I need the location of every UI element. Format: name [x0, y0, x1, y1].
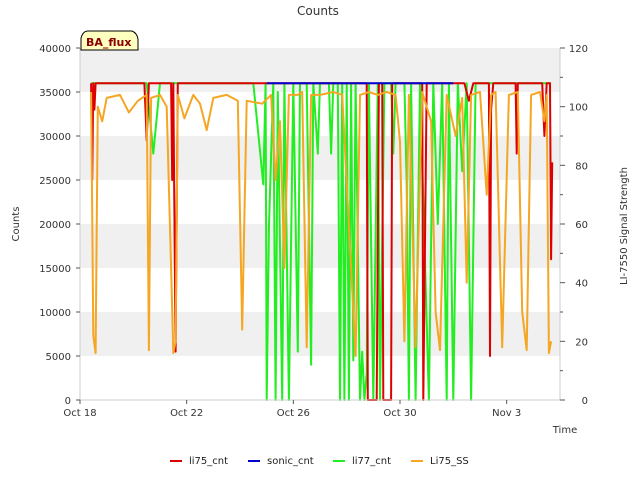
badge-label: BA_flux	[86, 36, 131, 49]
y-tick-label: 0	[65, 396, 71, 407]
x-tick-label: Nov 3	[492, 408, 521, 419]
x-tick-label: Oct 30	[383, 408, 416, 419]
grid-band	[80, 224, 560, 268]
legend: li75_cnt sonic_cnt li77_cnt Li75_SS	[170, 456, 469, 467]
x-tick-label: Oct 26	[277, 408, 310, 419]
y2-axis-title: LI-7550 Signal Strength	[619, 167, 630, 285]
y2-tick-label: 100	[569, 103, 588, 114]
chart-figure: 0 5000 10000 15000 20000 25000 30000 35000 40000…	[11, 4, 630, 467]
y2-tick-label: 120	[569, 44, 588, 55]
y2-tick-label: 40	[575, 279, 588, 290]
y-tick-label: 30000	[39, 132, 71, 143]
y2-tick-label: 20	[575, 337, 588, 348]
y-axis-title: Counts	[11, 207, 22, 242]
y2-tick-label: 80	[575, 161, 588, 172]
y-tick-label: 5000	[46, 352, 71, 363]
y-tick-label: 40000	[39, 44, 71, 55]
x-axis-title: Time	[552, 425, 577, 436]
y-tick-label: 20000	[39, 220, 71, 231]
y-tick-label: 35000	[39, 88, 71, 99]
x-tick-label: Oct 22	[170, 408, 203, 419]
chart-title: Counts	[297, 4, 339, 18]
legend-label-li77_cnt: li77_cnt	[352, 456, 391, 467]
y-tick-label: 15000	[39, 264, 71, 275]
y-tick-label: 25000	[39, 176, 71, 187]
legend-label-sonic_cnt: sonic_cnt	[267, 456, 314, 467]
legend-label-Li75_SS: Li75_SS	[430, 456, 469, 467]
grid-band	[80, 312, 560, 356]
y2-tick-label: 0	[582, 396, 588, 407]
legend-label-li75_cnt: li75_cnt	[189, 456, 228, 467]
y2-tick-label: 60	[575, 220, 588, 231]
x-tick-label: Oct 18	[63, 408, 96, 419]
badge: BA_flux	[80, 30, 139, 51]
y-tick-label: 10000	[39, 308, 71, 319]
